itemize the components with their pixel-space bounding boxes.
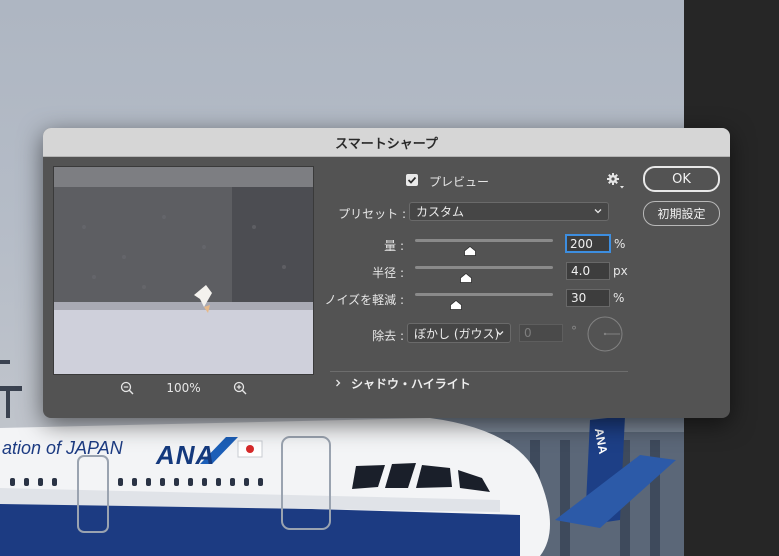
radius-slider-track[interactable] [415,266,553,269]
angle-unit: ° [571,324,577,338]
chevron-right-icon [336,379,341,387]
preview-label: プレビュー [429,175,490,189]
noise-unit: % [613,291,625,305]
noise-label: ノイズを軽減 : [324,293,405,307]
zoom-in-icon[interactable] [231,379,249,397]
remove-label: 除去 : [372,329,404,343]
amount-input[interactable]: 200 [565,234,611,253]
amount-slider-track[interactable] [415,239,553,242]
section-divider [330,371,628,372]
remove-value: ぼかし (ガウス) [414,326,500,341]
zoom-out-icon[interactable] [118,379,136,397]
amount-value: 200 [570,236,593,251]
checkmark-icon [407,176,417,184]
noise-slider-track[interactable] [415,293,553,296]
shadow-highlight-section[interactable]: シャドウ・ハイライト [333,374,471,392]
noise-slider-thumb[interactable] [450,295,463,310]
reset-label: 初期設定 [657,207,706,221]
amount-slider-thumb[interactable] [464,241,477,256]
dialog-title: スマートシャープ [335,136,438,152]
zoom-level: 100% [166,381,201,395]
slider-thumb-icon [460,272,472,283]
preview-checkbox[interactable] [406,174,418,186]
radius-unit: px [613,264,628,278]
slider-thumb-icon [464,245,477,256]
radius-value: 4.0 [571,264,591,278]
ok-label: OK [672,171,691,187]
preset-label: プリセット : [338,207,406,221]
shadow-highlight-label: シャドウ・ハイライト [351,376,471,391]
amount-label: 量 : [384,239,404,253]
gear-icon[interactable] [606,172,626,190]
noise-input[interactable]: 30 [566,289,610,307]
ok-button[interactable]: OK [643,166,720,192]
dialog-title-bar[interactable]: スマートシャープ [43,128,730,157]
radius-slider-thumb[interactable] [460,268,472,283]
smart-sharpen-dialog: スマートシャープ 100% プレビュー OK 初期設定 プリセット: カスタム… [43,128,730,418]
noise-value: 30 [571,291,587,305]
chevron-down-icon [594,209,602,214]
preset-value: カスタム [416,205,465,219]
reset-button[interactable]: 初期設定 [643,201,720,226]
angle-dial-icon [587,316,623,352]
angle-value: 0 [524,326,532,340]
amount-unit: % [614,237,626,251]
angle-input: 0 [519,324,563,342]
zoom-controls: 100% [53,378,314,398]
slider-thumb-icon [450,299,463,310]
radius-label: 半径 : [372,266,404,280]
livery-text: ation of JAPAN [2,438,123,458]
remove-select[interactable]: ぼかし (ガウス) [407,323,511,343]
radius-input[interactable]: 4.0 [566,262,610,280]
chevron-down-icon [496,331,504,336]
preview-image[interactable] [53,166,314,375]
preset-select[interactable]: カスタム [409,202,609,221]
ana-logo: ANA [156,440,216,470]
